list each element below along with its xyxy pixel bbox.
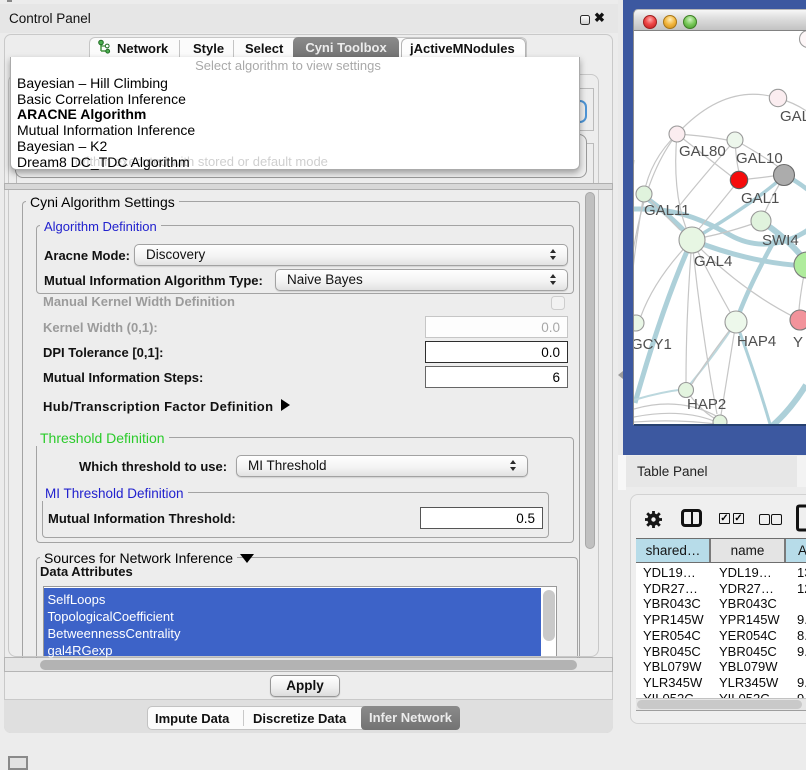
- svg-text:HAP4: HAP4: [737, 333, 776, 350]
- svg-text:GAL10: GAL10: [736, 150, 783, 167]
- svg-text:GAL80: GAL80: [679, 143, 726, 160]
- svg-text:GAL11: GAL11: [644, 202, 690, 219]
- svg-text:GCY1: GCY1: [634, 336, 672, 353]
- svg-text:GAL4: GAL4: [694, 253, 732, 270]
- svg-text:Y: Y: [793, 334, 803, 351]
- svg-text:GAL2: GAL2: [780, 108, 806, 125]
- svg-text:SWI4: SWI4: [762, 232, 799, 249]
- svg-text:GAL1: GAL1: [741, 190, 779, 207]
- svg-text:HAP2: HAP2: [687, 396, 726, 413]
